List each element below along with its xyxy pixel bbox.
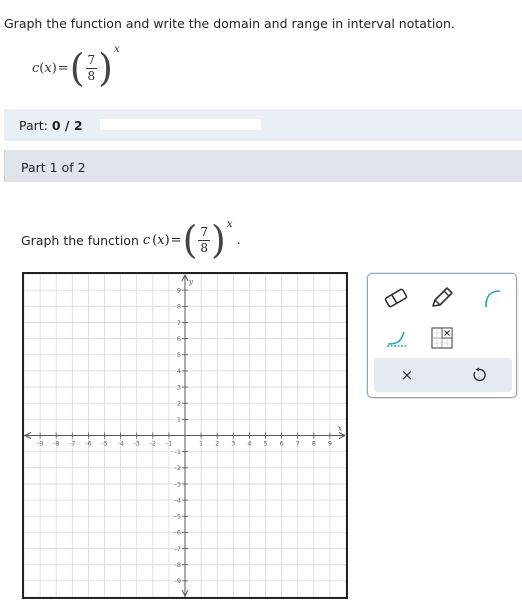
base-fraction: 7 8 (85, 52, 98, 83)
x-tick-label: -6 (85, 440, 91, 448)
progress-bar (100, 119, 261, 130)
y-tick-label: -9 (175, 577, 181, 585)
x-tick-label: 3 (231, 440, 235, 448)
interval-tool[interactable] (426, 322, 458, 354)
part-status-text: Part: 0 / 2 (19, 118, 83, 133)
clear-button[interactable]: × (394, 362, 420, 388)
y-tick-label: -2 (175, 464, 181, 472)
part-status-bar: Part: 0 / 2 (4, 109, 522, 141)
fraction-numerator: 7 (85, 52, 98, 69)
x-axis-label: x (338, 425, 342, 433)
exponential-tool[interactable] (382, 322, 414, 354)
x-tick-label: -5 (101, 440, 107, 448)
y-tick-label: -7 (175, 545, 181, 553)
y-axis-label: y (188, 278, 194, 286)
fraction-denominator: 8 (87, 68, 96, 83)
close-icon: × (400, 366, 414, 384)
pencil-tool[interactable] (426, 282, 458, 314)
action-bar: × (374, 358, 512, 392)
y-tick-label: 9 (177, 286, 181, 294)
x-tick-label: -7 (69, 440, 75, 448)
eraser-tool[interactable] (380, 282, 412, 314)
y-tick-label: -5 (175, 513, 181, 521)
x-tick-label: -1 (166, 440, 172, 448)
x-tick-label: -2 (150, 440, 156, 448)
y-tick-label: -3 (175, 480, 181, 488)
function-variable: x (44, 60, 52, 76)
y-tick-label: 3 (177, 383, 181, 391)
big-close-paren: ) (98, 46, 113, 90)
x-tick-label: 6 (280, 440, 284, 448)
graph-instruction-function: c ( x ) = ( 7 8 ) x . (142, 218, 241, 262)
y-tick-label: 4 (177, 367, 181, 375)
y-tick-label: -8 (175, 561, 181, 569)
x-tick-label: -8 (53, 440, 59, 448)
graph-tool-panel: × (367, 273, 517, 398)
eraser-icon (384, 288, 408, 308)
big-open-paren: ( (69, 46, 85, 90)
part-status-value: 0 / 2 (51, 118, 83, 133)
x-tick-label: -4 (117, 440, 123, 448)
y-tick-label: 5 (177, 351, 181, 359)
x-tick-label: 8 (312, 440, 316, 448)
pencil-icon (432, 287, 453, 307)
undo-icon (473, 367, 486, 382)
x-tick-label: 5 (263, 440, 267, 448)
x-tick-label: -3 (133, 440, 139, 448)
graph-instruction-text: Graph the function (21, 232, 139, 248)
x-tick-label: 7 (296, 440, 300, 448)
function-expression: c ( x ) = ( 7 8 ) x (32, 44, 120, 90)
y-tick-label: 1 (177, 416, 181, 424)
curve-icon (485, 290, 501, 308)
y-tick-label: 6 (177, 335, 181, 343)
y-tick-label: 7 (177, 319, 181, 327)
undo-button[interactable] (466, 362, 492, 388)
x-tick-label: 1 (199, 440, 203, 448)
question-prompt: Graph the function and write the domain … (4, 16, 455, 31)
function-name: c (32, 60, 40, 76)
y-tick-label: 8 (177, 303, 181, 311)
graph-instruction: Graph the function c ( x ) = ( 7 8 ) x . (21, 218, 241, 262)
y-tick-label: -6 (175, 529, 181, 537)
interval-grid-icon (431, 327, 453, 349)
part-header: Part 1 of 2 (4, 150, 522, 182)
graph-canvas[interactable]: -9 -8 -7 -6 -5 -4 -3 -2 -1 1 2 3 4 5 6 7 8 9 9 8 7 6 5 4 3 2 1 -1 -2… (22, 272, 348, 599)
exponent: x (113, 44, 120, 55)
y-tick-label: -4 (175, 496, 181, 504)
y-tick-label: 2 (177, 400, 181, 408)
part-header-title: Part 1 of 2 (21, 160, 86, 175)
curve-tool[interactable] (476, 282, 508, 314)
equals-sign: = (57, 60, 69, 76)
x-tick-label: 4 (247, 440, 251, 448)
x-tick-label: -9 (37, 440, 43, 448)
close-paren-var: ) (51, 60, 57, 76)
y-tick-label: -1 (175, 448, 181, 456)
exponential-curve-icon (387, 331, 407, 347)
x-tick-label: 2 (215, 440, 219, 448)
x-tick-label: 9 (328, 440, 332, 448)
coordinate-plane[interactable]: -9 -8 -7 -6 -5 -4 -3 -2 -1 1 2 3 4 5 6 7 8 9 9 8 7 6 5 4 3 2 1 -1 -2… (24, 274, 346, 597)
